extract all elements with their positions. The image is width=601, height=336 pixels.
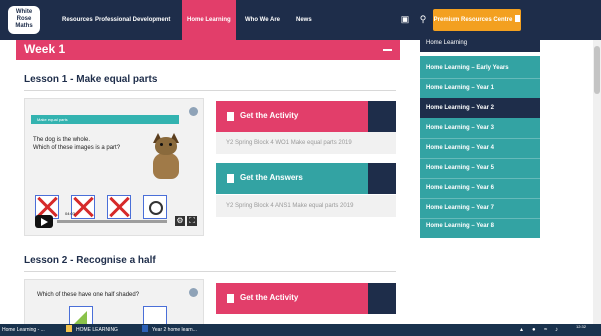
- nav-item-news[interactable]: News: [296, 0, 312, 40]
- get-answers-label: Get the Answers: [240, 173, 303, 182]
- logo-text-line-2: Rose: [16, 16, 32, 22]
- security-icon[interactable]: ●: [532, 326, 536, 334]
- fullscreen-icon[interactable]: ⛶: [187, 216, 197, 226]
- logo-text-line-1: White: [15, 9, 33, 15]
- shop-icon[interactable]: ▣: [400, 14, 410, 24]
- sidebar-item-early-years[interactable]: Home Learning – Early Years: [420, 58, 540, 78]
- get-activity-label: Get the Activity: [240, 111, 299, 120]
- sidebar-item-year-5[interactable]: Home Learning – Year 5: [420, 158, 540, 178]
- crest-icon: [189, 107, 198, 116]
- lesson-1-title: Lesson 1 - Make equal parts: [24, 74, 158, 85]
- gear-icon[interactable]: ⚙: [175, 216, 185, 226]
- sidebar-menu: Home Learning – Early Years Home Learnin…: [420, 56, 540, 238]
- nav-item-home-learning[interactable]: Home Learning: [182, 0, 236, 40]
- nav-item-who-we-are[interactable]: Who We Are: [245, 0, 280, 40]
- taskbar: Home Learning - ... HOME LEARNING Year 2…: [0, 324, 601, 336]
- play-icon[interactable]: [35, 215, 53, 228]
- white-rose-maths-logo[interactable]: White Rose Maths: [8, 6, 40, 34]
- page-scrollbar[interactable]: [593, 40, 601, 324]
- divider: [24, 271, 396, 272]
- document-icon: [227, 174, 234, 183]
- corner-decoration: [368, 283, 396, 314]
- logo-text-line-3: Maths: [15, 23, 33, 29]
- volume-icon[interactable]: ♪: [555, 326, 558, 334]
- corner-decoration: [368, 101, 396, 132]
- document-icon: [227, 294, 234, 303]
- taskbar-item-home-learning[interactable]: HOME LEARNING: [66, 324, 118, 336]
- folder-icon: [66, 325, 72, 332]
- circle-icon: [149, 201, 163, 215]
- taskbar-item-label: HOME LEARNING: [76, 327, 118, 333]
- collapse-icon[interactable]: [383, 49, 392, 51]
- corner-decoration: [368, 163, 396, 194]
- lesson-2-title: Lesson 2 - Recognise a half: [24, 255, 156, 266]
- scrollbar-thumb[interactable]: [594, 46, 600, 94]
- get-activity-label: Get the Activity: [240, 293, 299, 302]
- sidebar-item-year-7[interactable]: Home Learning – Year 7: [420, 198, 540, 218]
- nav-item-resources[interactable]: Resources: [62, 0, 93, 40]
- get-answers-button[interactable]: Get the Answers: [216, 163, 396, 194]
- video-strip-label: Make equal parts: [31, 115, 179, 124]
- network-icon[interactable]: ▴: [520, 326, 523, 334]
- sidebar-item-year-4[interactable]: Home Learning – Year 4: [420, 138, 540, 158]
- answers-file-link[interactable]: Y2 Spring Block 4 ANS1 Make equal parts …: [216, 195, 396, 217]
- nav-item-professional-development[interactable]: Professional Development: [95, 0, 170, 40]
- taskbar-item-word-document[interactable]: Year 2 home learn...: [142, 324, 197, 336]
- video-question: Which of these have one half shaded?: [37, 292, 140, 298]
- premium-resources-button[interactable]: Premium Resources Centre: [433, 9, 521, 31]
- dog-illustration: [141, 133, 191, 183]
- wifi-icon[interactable]: ≈: [544, 326, 547, 334]
- document-icon: [227, 112, 234, 121]
- lesson-1-video[interactable]: Make equal parts The dog is the whole. W…: [24, 98, 204, 236]
- taskbar-item-browser[interactable]: Home Learning - ...: [2, 324, 45, 336]
- video-question-line-1: The dog is the whole.: [33, 137, 91, 143]
- word-icon: [142, 325, 148, 332]
- divider: [24, 90, 396, 91]
- sidebar-heading[interactable]: Home Learning: [420, 34, 540, 52]
- video-question-line-2: Which of these images is a part?: [33, 145, 121, 151]
- cross-icon: [72, 196, 94, 218]
- video-progress-bar[interactable]: [57, 220, 167, 223]
- sidebar-item-year-2[interactable]: Home Learning – Year 2: [420, 98, 540, 118]
- crest-icon: [189, 288, 198, 297]
- system-clock[interactable]: 12:32: [566, 324, 596, 336]
- search-icon[interactable]: ⚲: [418, 14, 428, 24]
- get-activity-button[interactable]: Get the Activity: [216, 283, 396, 314]
- sidebar-item-year-8[interactable]: Home Learning – Year 8: [420, 216, 540, 236]
- taskbar-item-label: Year 2 home learn...: [152, 327, 197, 333]
- get-activity-button[interactable]: Get the Activity: [216, 101, 396, 132]
- video-time: 04:03: [65, 211, 76, 216]
- week-header[interactable]: Week 1: [16, 40, 400, 60]
- activity-file-link[interactable]: Y2 Spring Block 4 WO1 Make equal parts 2…: [216, 132, 396, 154]
- cross-icon: [108, 196, 130, 218]
- answer-choice: [143, 195, 167, 219]
- answer-choice: [107, 195, 131, 219]
- premium-resources-label: Premium Resources Centre: [433, 17, 513, 23]
- sidebar-item-year-6[interactable]: Home Learning – Year 6: [420, 178, 540, 198]
- sidebar-item-year-3[interactable]: Home Learning – Year 3: [420, 118, 540, 138]
- document-icon: [515, 15, 521, 22]
- clock-time: 12:32: [575, 324, 586, 329]
- week-title: Week 1: [24, 42, 66, 56]
- sidebar-item-year-1[interactable]: Home Learning – Year 1: [420, 78, 540, 98]
